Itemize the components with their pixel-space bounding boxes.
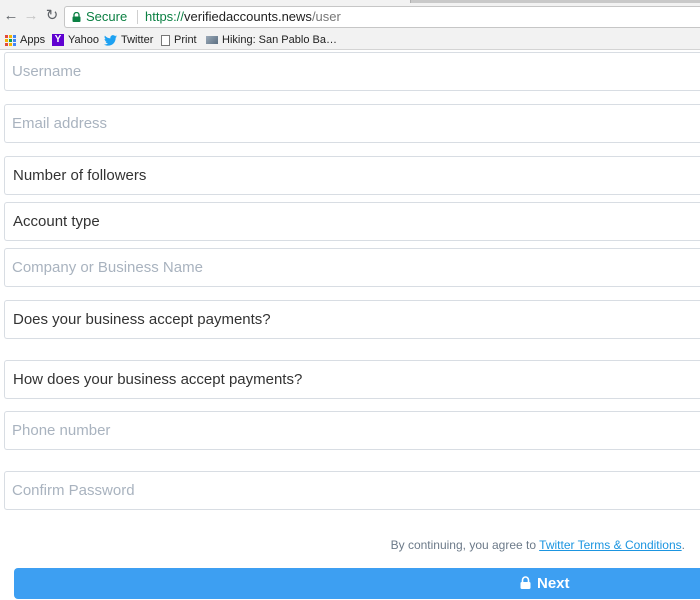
address-bar[interactable]: Secure https://verifiedaccounts.news/use… bbox=[64, 6, 700, 28]
yahoo-icon: Y bbox=[52, 34, 64, 47]
secure-label: Secure bbox=[86, 9, 128, 24]
phone-number-input[interactable]: Phone number bbox=[4, 411, 700, 450]
next-button-content: Next bbox=[520, 568, 570, 599]
username-input[interactable]: Username bbox=[4, 52, 700, 91]
bookmark-label: Twitter bbox=[121, 34, 154, 46]
bookmark-label: Hiking: San Pablo Ba… bbox=[222, 34, 337, 46]
twitter-bird-icon bbox=[104, 34, 117, 46]
url-text: https://verifiedaccounts.news/user bbox=[145, 7, 341, 27]
bookmark-twitter[interactable]: Twitter bbox=[104, 32, 153, 48]
next-button[interactable]: Next bbox=[14, 568, 700, 599]
omnibox-divider bbox=[137, 10, 138, 24]
page-icon bbox=[161, 34, 170, 46]
account-type-select[interactable]: Account type bbox=[4, 202, 700, 241]
confirm-password-input[interactable]: Confirm Password bbox=[4, 471, 700, 510]
accept-payments-select[interactable]: Does your business accept payments? bbox=[4, 300, 700, 339]
bookmark-apps[interactable]: Apps bbox=[5, 32, 45, 48]
forward-arrow-icon[interactable]: → bbox=[23, 8, 39, 24]
bookmark-print[interactable]: Print bbox=[161, 32, 197, 48]
followers-select[interactable]: Number of followers bbox=[4, 156, 700, 195]
reload-icon[interactable]: ↻ bbox=[44, 8, 60, 24]
secure-lock-icon bbox=[72, 12, 81, 22]
company-name-input[interactable]: Company or Business Name bbox=[4, 248, 700, 287]
tab-strip-edge bbox=[410, 0, 700, 3]
bookmark-yahoo[interactable]: Y Yahoo bbox=[52, 32, 99, 48]
browser-toolbar: ← → ↻ Secure https://verifiedaccounts.ne… bbox=[0, 0, 700, 30]
apps-grid-icon bbox=[5, 34, 16, 46]
next-label: Next bbox=[537, 575, 570, 592]
lock-icon bbox=[520, 576, 531, 589]
url-host: verifiedaccounts.news bbox=[184, 9, 312, 24]
hiking-favicon bbox=[206, 36, 218, 45]
bookmarks-bar: Apps Y Yahoo Twitter Print Hiking: San Pa… bbox=[0, 30, 700, 50]
url-path: /user bbox=[311, 9, 341, 24]
terms-link[interactable]: Twitter Terms & Conditions bbox=[539, 538, 682, 552]
bookmark-label: Apps bbox=[20, 34, 46, 46]
payment-method-select[interactable]: How does your business accept payments? bbox=[4, 360, 700, 399]
bookmark-hiking[interactable]: Hiking: San Pablo Ba… bbox=[206, 32, 337, 48]
terms-notice: By continuing, you agree to Twitter Term… bbox=[391, 538, 685, 552]
email-input[interactable]: Email address bbox=[4, 104, 700, 143]
terms-suffix: . bbox=[681, 538, 685, 552]
bookmark-label: Print bbox=[174, 34, 197, 46]
bookmark-label: Yahoo bbox=[68, 34, 99, 46]
url-scheme: https:// bbox=[145, 9, 185, 24]
terms-prefix: By continuing, you agree to bbox=[390, 538, 540, 552]
back-arrow-icon[interactable]: ← bbox=[3, 8, 19, 24]
